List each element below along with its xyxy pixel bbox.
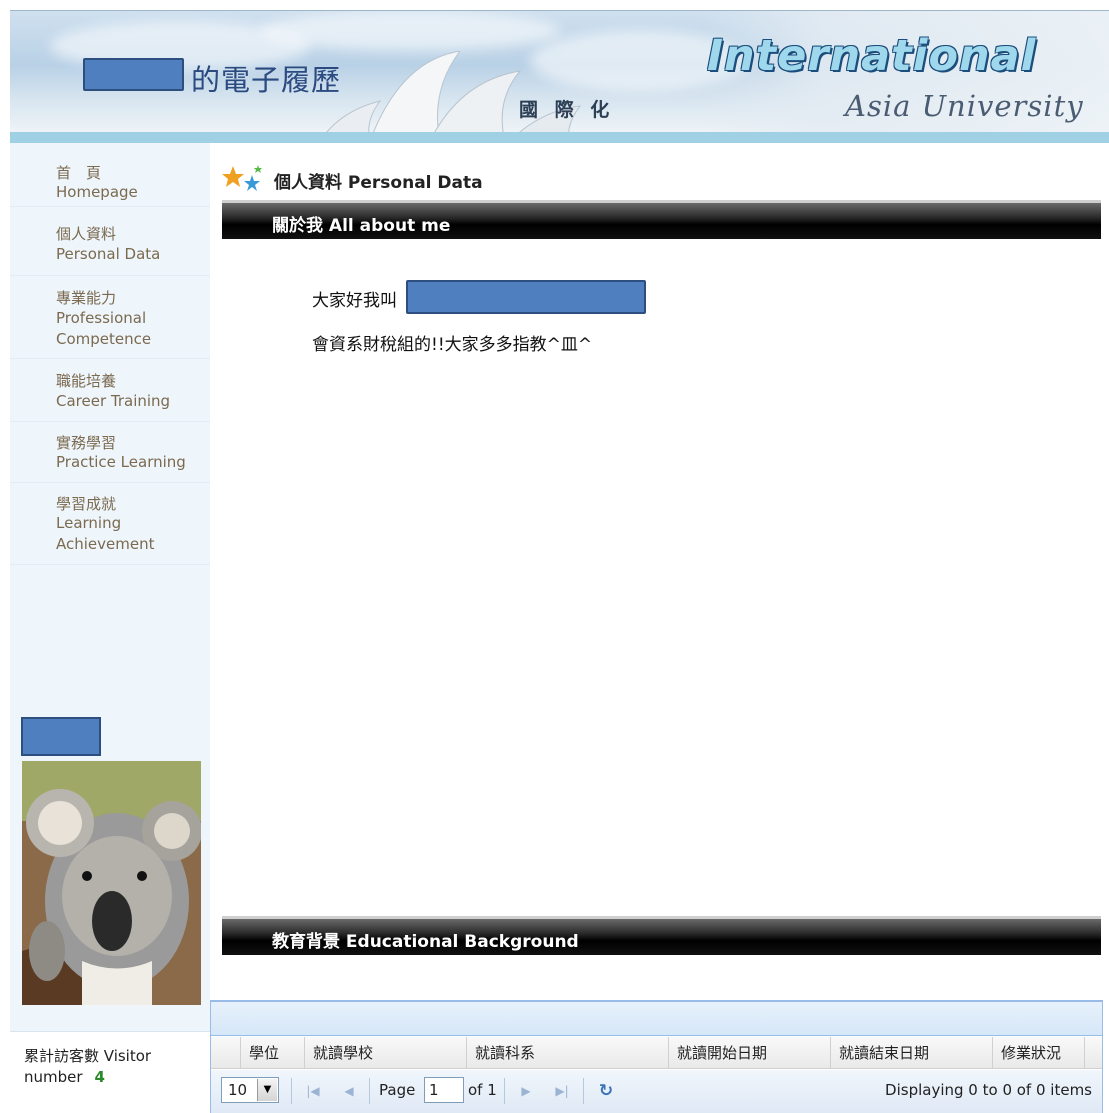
prev-page-icon[interactable]: ◀ bbox=[338, 1080, 360, 1102]
banner-stripe bbox=[10, 132, 1109, 143]
first-page-icon[interactable]: |◀ bbox=[302, 1080, 324, 1102]
grid-pager: 10 ▼ |◀ ◀ Page 1 of 1 ▶ ▶| ↻ Displaying … bbox=[211, 1070, 1102, 1113]
sidebar-item-label-en: Learning Achievement bbox=[56, 514, 155, 553]
international-brand: International bbox=[707, 31, 1037, 81]
sidebar-item-label-en: Professional Competence bbox=[56, 309, 152, 348]
last-page-icon[interactable]: ▶| bbox=[551, 1080, 573, 1102]
profile-photo bbox=[22, 761, 201, 1005]
refresh-icon[interactable]: ↻ bbox=[595, 1080, 617, 1102]
about-line-2: 會資系財稅組的!!大家多多指教^皿^ bbox=[312, 335, 593, 355]
page-count: of 1 bbox=[468, 1081, 497, 1099]
about-me-header-text: 關於我 All about me bbox=[272, 216, 451, 236]
column-degree[interactable]: 學位 bbox=[241, 1037, 305, 1069]
asia-university-logo-text: Asia University bbox=[845, 89, 1084, 123]
page-title: 個人資料 Personal Data bbox=[222, 163, 483, 197]
sidebar-item-label-cn: 學習成就 bbox=[56, 495, 117, 513]
visitor-label: 累計訪客數 Visitor number 4 bbox=[24, 1046, 204, 1088]
about-me-header: 關於我 All about me bbox=[222, 203, 1101, 239]
page-size-select[interactable]: 10 ▼ bbox=[221, 1077, 279, 1103]
resume-title: 的電子履歷 bbox=[191, 63, 342, 97]
column-start-date[interactable]: 就讀開始日期 bbox=[669, 1037, 831, 1069]
sidebar-item-practice-learning[interactable]: 實務學習 Practice Learning bbox=[10, 422, 210, 483]
visitor-count: 4 bbox=[94, 1068, 105, 1086]
redacted-name bbox=[83, 58, 184, 91]
sidebar-item-label-cn: 實務學習 bbox=[56, 434, 117, 452]
stars-icon bbox=[222, 163, 268, 197]
education-grid: 學位 就讀學校 就讀科系 就讀開始日期 就讀結束日期 修業狀況 10 ▼ |◀ … bbox=[210, 1000, 1103, 1113]
redacted-name bbox=[406, 280, 646, 314]
grid-row-number-column bbox=[211, 1037, 241, 1069]
pager-separator bbox=[291, 1078, 292, 1104]
sidebar-item-professional-competence[interactable]: 專業能力 Professional Competence bbox=[10, 276, 210, 359]
sidebar-item-label-en: Homepage bbox=[56, 183, 138, 201]
education-header-text: 教育背景 Educational Background bbox=[272, 932, 579, 952]
visitor-label-text: 累計訪客數 Visitor number bbox=[24, 1047, 152, 1086]
next-page-icon[interactable]: ▶ bbox=[515, 1080, 537, 1102]
column-end-date[interactable]: 就讀結束日期 bbox=[831, 1037, 993, 1069]
column-school[interactable]: 就讀學校 bbox=[305, 1037, 467, 1069]
sidebar-item-label-cn: 職能培養 bbox=[56, 372, 117, 390]
sidebar-item-label-cn: 專業能力 bbox=[56, 289, 117, 307]
pager-separator bbox=[504, 1078, 505, 1104]
redacted-label bbox=[21, 717, 101, 756]
pager-separator bbox=[583, 1078, 584, 1104]
sidebar-item-label-en: Practice Learning bbox=[56, 453, 186, 471]
education-header: 教育背景 Educational Background bbox=[222, 919, 1101, 955]
page-number-input[interactable]: 1 bbox=[424, 1077, 464, 1103]
grid-column-header: 學位 就讀學校 就讀科系 就讀開始日期 就讀結束日期 修業狀況 bbox=[211, 1037, 1102, 1069]
sidebar: 首 頁 Homepage 個人資料 Personal Data 專業能力 Pro… bbox=[10, 143, 210, 1113]
sidebar-item-label-cn: 首 頁 bbox=[56, 164, 102, 182]
page-title-text: 個人資料 Personal Data bbox=[274, 172, 483, 193]
sidebar-item-label-en: Career Training bbox=[56, 392, 171, 410]
page-label: Page bbox=[379, 1081, 416, 1099]
visitor-counter: 累計訪客數 Visitor number 4 bbox=[10, 1031, 210, 1113]
page-size-value: 10 bbox=[228, 1081, 248, 1099]
internationalization-cn: 國 際 化 bbox=[519, 99, 615, 121]
chevron-down-icon[interactable]: ▼ bbox=[257, 1079, 277, 1101]
display-count: Displaying 0 to 0 of 0 items bbox=[885, 1081, 1092, 1099]
pager-separator bbox=[369, 1078, 370, 1104]
column-status[interactable]: 修業狀況 bbox=[993, 1037, 1085, 1069]
header-banner: 的電子履歷 國 際 化 International Asia Universit… bbox=[10, 10, 1109, 132]
sidebar-item-label-en: Personal Data bbox=[56, 245, 161, 263]
sidebar-item-learning-achievement[interactable]: 學習成就 Learning Achievement bbox=[10, 483, 210, 565]
grid-title-bar bbox=[211, 1002, 1102, 1036]
banner-cloud bbox=[260, 11, 560, 51]
sidebar-item-personal-data[interactable]: 個人資料 Personal Data bbox=[10, 207, 210, 276]
sidebar-item-career-training[interactable]: 職能培養 Career Training bbox=[10, 359, 210, 422]
column-department[interactable]: 就讀科系 bbox=[467, 1037, 669, 1069]
about-line-1: 大家好我叫 bbox=[312, 291, 397, 311]
sidebar-item-homepage[interactable]: 首 頁 Homepage bbox=[10, 143, 210, 207]
sidebar-item-label-cn: 個人資料 bbox=[56, 225, 117, 243]
